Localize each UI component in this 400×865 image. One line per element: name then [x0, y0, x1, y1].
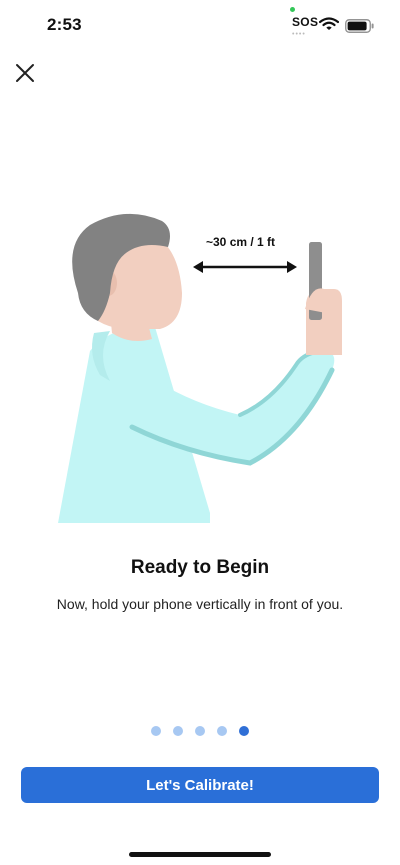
close-button[interactable] [10, 60, 40, 90]
page-dot-active[interactable] [239, 726, 249, 736]
page-dot[interactable] [217, 726, 227, 736]
privacy-indicator-dot [290, 7, 295, 12]
page-dot[interactable] [151, 726, 161, 736]
wifi-icon [318, 17, 340, 36]
page-dot[interactable] [173, 726, 183, 736]
person-thumb [305, 288, 329, 313]
calibrate-button[interactable]: Let's Calibrate! [21, 767, 379, 803]
carrier-status: SOS [292, 15, 319, 29]
status-time: 2:53 [47, 15, 82, 34]
status-bar: 2:53 SOS •••• [0, 0, 400, 52]
home-indicator [129, 852, 271, 857]
distance-arrow [193, 261, 297, 273]
calibration-illustration [50, 205, 370, 535]
page-subtitle: Now, hold your phone vertically in front… [56, 596, 344, 612]
page-title: Ready to Begin [130, 557, 270, 578]
page-indicator [0, 726, 400, 736]
page-dot[interactable] [195, 726, 205, 736]
signal-dots: •••• [292, 31, 306, 38]
distance-label: ~30 cm / 1 ft [206, 235, 276, 249]
close-icon [15, 63, 35, 88]
battery-icon [345, 19, 375, 38]
